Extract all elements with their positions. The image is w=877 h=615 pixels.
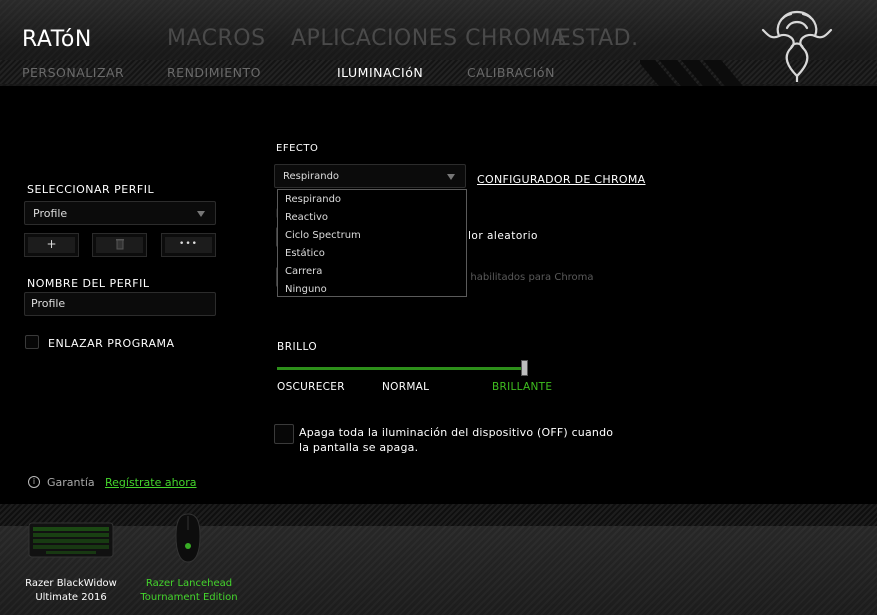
- chevron-down-icon: [197, 211, 205, 217]
- tab-customize[interactable]: PERSONALIZAR: [22, 65, 124, 80]
- info-icon: i: [28, 476, 40, 488]
- device-mouse[interactable]: [172, 512, 204, 564]
- profile-select-value: Profile: [33, 207, 68, 220]
- effect-option-reactive[interactable]: Reactivo: [285, 212, 328, 223]
- select-profile-label: SELECCIONAR PERFIL: [27, 183, 155, 196]
- device-keyboard-line2: Ultimate 2016: [35, 592, 107, 603]
- more-options-button[interactable]: •••: [161, 233, 216, 257]
- trash-icon: [96, 237, 143, 253]
- brightness-normal-label: NORMAL: [382, 381, 430, 393]
- chevron-down-icon: [447, 174, 455, 180]
- page-title: RATóN: [22, 27, 92, 52]
- device-keyboard[interactable]: [28, 521, 114, 559]
- random-color-label: lor aleatorio: [468, 230, 538, 242]
- effect-option-breathing[interactable]: Respirando: [285, 194, 341, 205]
- device-mouse-line2: Tournament Edition: [140, 592, 238, 603]
- brightness-dim-label: OSCURECER: [277, 381, 345, 393]
- device-mouse-line1: Razer Lancehead: [145, 578, 233, 589]
- tab-lighting[interactable]: ILUMINACIóN: [337, 65, 423, 80]
- nav-macros[interactable]: MACROS: [167, 26, 266, 51]
- brightness-bright-label: BRILLANTE: [492, 381, 553, 393]
- link-program-checkbox[interactable]: [25, 335, 39, 349]
- add-profile-label: +: [28, 237, 75, 253]
- effect-option-none[interactable]: Ninguno: [285, 284, 327, 295]
- device-keyboard-name[interactable]: Razer BlackWidow Ultimate 2016: [12, 577, 130, 605]
- effect-option-race[interactable]: Carrera: [285, 266, 322, 277]
- screen-off-lighting-label: Apaga toda la iluminación del dispositiv…: [299, 426, 614, 454]
- device-mouse-name[interactable]: Razer Lancehead Tournament Edition: [130, 577, 248, 605]
- register-link[interactable]: Regístrate ahora: [105, 476, 197, 489]
- brightness-label: BRILLO: [277, 341, 318, 353]
- mouse-icon: [175, 513, 201, 563]
- effect-select-value: Respirando: [283, 171, 340, 182]
- profile-select[interactable]: Profile: [24, 201, 216, 225]
- link-program-label: ENLAZAR PROGRAMA: [48, 337, 175, 350]
- nav-chroma-apps[interactable]: APLICACIONES CHROMA: [291, 26, 567, 51]
- brightness-slider-thumb[interactable]: [521, 360, 528, 376]
- screen-off-lighting-checkbox[interactable]: [274, 424, 294, 444]
- effect-option-static[interactable]: Estático: [285, 248, 325, 259]
- keyboard-icon: [28, 522, 114, 558]
- add-profile-button[interactable]: +: [24, 233, 79, 257]
- effect-option-spectrum[interactable]: Ciclo Spectrum: [285, 230, 361, 241]
- device-keyboard-line1: Razer BlackWidow: [25, 578, 117, 589]
- tab-performance[interactable]: RENDIMIENTO: [167, 65, 261, 80]
- delete-profile-button[interactable]: [92, 233, 147, 257]
- nav-stats[interactable]: ESTAD.: [557, 26, 639, 51]
- more-options-label: •••: [165, 237, 212, 253]
- effect-select[interactable]: Respirando: [274, 164, 466, 188]
- chroma-configurator-link[interactable]: CONFIGURADOR DE CHROMA: [477, 173, 646, 186]
- warranty-label: Garantía: [47, 476, 95, 489]
- razer-logo-icon: [761, 10, 833, 82]
- effect-dropdown-list: Respirando Reactivo Ciclo Spectrum Estát…: [277, 189, 467, 297]
- brightness-slider-track[interactable]: [277, 367, 525, 370]
- device-bar-strip: [0, 504, 877, 526]
- profile-name-label: NOMBRE DEL PERFIL: [27, 277, 150, 290]
- tab-calibration[interactable]: CALIBRACIóN: [467, 65, 555, 80]
- effect-label: EFECTO: [276, 143, 319, 154]
- profile-name-field[interactable]: Profile: [24, 292, 216, 316]
- chroma-devices-label: s habilitados para Chroma: [462, 272, 594, 283]
